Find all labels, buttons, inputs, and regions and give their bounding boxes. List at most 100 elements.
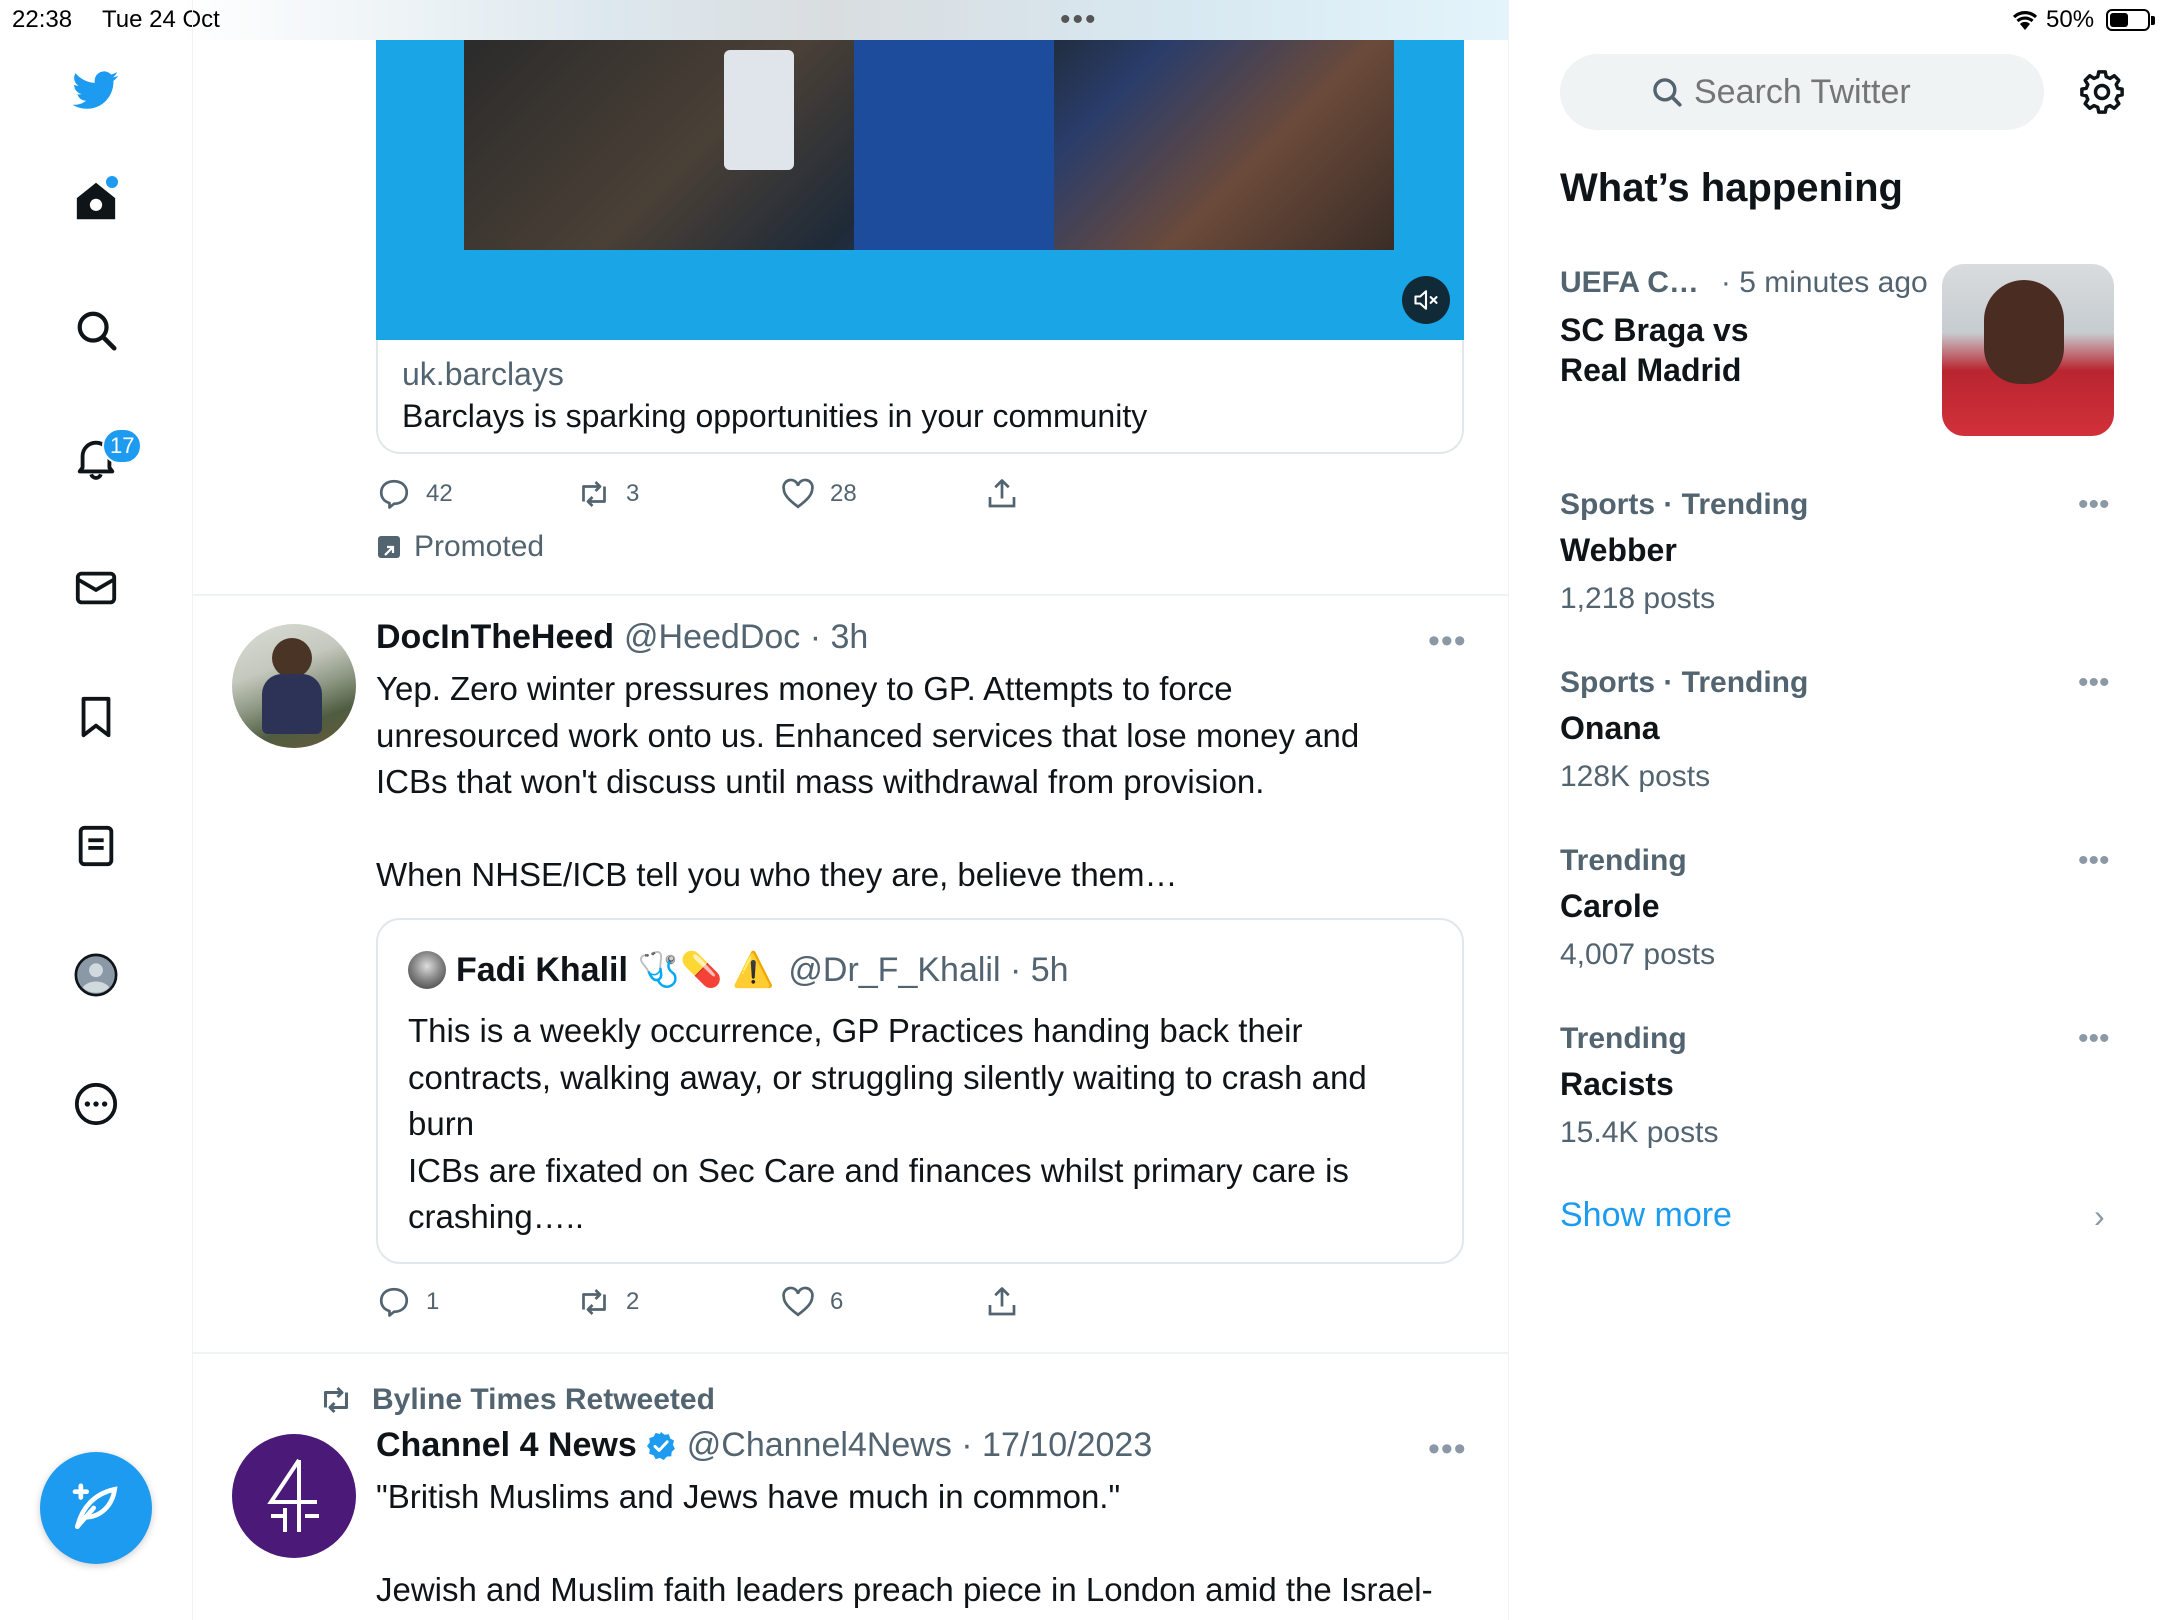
bookmark-icon[interactable] [66,687,126,747]
twitter-bird-icon[interactable] [66,60,126,120]
reply-button[interactable]: 1 [376,1282,439,1322]
list-icon[interactable] [66,816,126,876]
trend-category: UEFA C… [1560,266,1699,299]
retweet-button[interactable]: 3 [576,474,639,514]
reply-icon [379,479,409,509]
reply-count: 42 [426,480,453,507]
trend-count: 15.4K posts [1560,1116,1719,1149]
search-icon[interactable] [66,300,126,360]
multitask-handle[interactable]: ••• [1060,5,1098,35]
trend-title-line: SC Braga vs [1560,312,1749,348]
compose-button[interactable] [40,1452,152,1564]
quote-line: burn [408,1105,475,1142]
search-bar[interactable] [1560,54,2044,130]
quote-avatar [408,951,446,989]
author-handle-time[interactable]: @HeedDoc · 3h [624,618,868,657]
battery-icon [2106,9,2150,31]
profile-icon[interactable] [66,945,126,1005]
more-circle-icon[interactable] [66,1074,126,1134]
avatar[interactable] [232,1434,356,1558]
settings-button[interactable] [2076,66,2128,118]
tweet-line: Yep. Zero winter pressures money to GP. … [376,670,1233,707]
whats-happening-heading: What’s happening [1560,166,1903,210]
tweet-text: Yep. Zero winter pressures money to GP. … [376,666,1466,899]
author-name[interactable]: DocInTheHeed [376,618,614,657]
trend-meta: Trending [1560,1022,1687,1055]
trend-title[interactable]: Webber [1560,532,1677,569]
tweet-more-button[interactable]: ••• [1428,622,1467,661]
wifi-icon [2010,6,2040,37]
promoted-label: Promoted [378,530,544,564]
like-button[interactable]: 28 [780,474,857,514]
quote-author-name: Fadi Khalil [456,950,628,989]
trend-more-button[interactable]: ••• [2078,666,2110,700]
status-bar-background [0,0,1508,40]
retweet-count: 2 [626,1288,640,1315]
trend-more-button[interactable]: ••• [2078,844,2110,878]
trend-time: · 5 minutes ago [1720,266,1928,299]
trend-more-button[interactable]: ••• [2078,488,2110,522]
share-button[interactable] [984,474,1034,514]
promoted-icon [378,536,400,558]
author-name[interactable]: Channel 4 News [376,1426,637,1465]
left-nav [0,40,192,1620]
tweet-more-button[interactable]: ••• [1428,1430,1467,1469]
retweet-count: 3 [626,480,640,507]
trend-title-line: Real Madrid [1560,352,1742,388]
tweet-action-bar: 1 2 6 [376,1282,1076,1322]
verified-icon [646,1431,675,1460]
quote-line: crashing….. [408,1198,585,1235]
trend-title[interactable]: Racists [1560,1066,1674,1103]
reply-button[interactable]: 42 [376,474,453,514]
mail-icon[interactable] [66,558,126,618]
mute-button[interactable] [1402,276,1450,324]
like-count: 28 [830,480,857,507]
trend-thumbnail[interactable] [1942,264,2114,436]
retweeted-by[interactable]: Byline Times Retweeted [372,1383,715,1417]
compose-icon [72,1483,118,1529]
quote-tweet[interactable]: Fadi Khalil 🩺💊 ⚠️ @Dr_F_Khalil · 5h This… [376,918,1464,1264]
tweet-divider [192,1352,1508,1354]
trend-meta: Trending [1560,844,1687,877]
trend-title[interactable]: Carole [1560,888,1660,925]
trend-count: 128K posts [1560,760,1711,793]
avatar[interactable] [232,624,356,748]
quote-text: This is a weekly occurrence, GP Practice… [408,1008,1438,1241]
notifications-badge: 17 [102,428,143,464]
search-input[interactable] [1694,72,1954,112]
battery-percent: 50% [2046,6,2095,33]
reply-count: 1 [426,1288,440,1315]
gear-icon [2080,70,2124,114]
mute-icon [1414,290,1438,310]
trend-title[interactable]: Onana [1560,710,1660,747]
ad-domain: uk.barclays [402,356,564,392]
trend-item-uefa[interactable]: UEFA C… · 5 minutes ago [1560,266,1928,300]
like-button[interactable]: 6 [780,1282,843,1322]
ad-video-frame [464,40,1394,250]
tweet-header: Channel 4 News @Channel4News · 17/10/202… [376,1426,1152,1465]
author-handle-time[interactable]: @Channel4News · 17/10/2023 [687,1426,1152,1465]
ad-video[interactable] [376,40,1464,340]
battery-nub [2151,16,2155,25]
trend-title[interactable]: SC Braga vs Real Madrid [1560,310,1749,390]
thumbnail-player [1984,280,2064,384]
share-button[interactable] [984,1282,1034,1322]
chevron-right-icon[interactable]: › [2094,1198,2105,1235]
video-cup [724,50,794,170]
share-icon [988,479,1016,508]
retweet-icon [582,481,606,507]
trend-meta: Sports · Trending [1560,488,1809,521]
ad-headline: Barclays is sparking opportunities in yo… [402,398,1148,434]
show-more-link[interactable]: Show more [1560,1196,1732,1235]
ad-card-link[interactable]: uk.barclays Barclays is sparking opportu… [376,340,1464,454]
trend-more-button[interactable]: ••• [2078,1022,2110,1056]
tweet-line: "British Muslims and Jews have much in c… [376,1478,1121,1515]
ad-action-bar: 42 3 28 [376,474,1076,514]
like-icon [782,1286,814,1317]
status-date: Tue 24 Oct [102,6,220,33]
nav-divider [192,0,193,1620]
tweet-line [376,806,1466,853]
retweet-button[interactable]: 2 [576,1282,639,1322]
avatar-shirt [262,674,322,734]
retweet-context: Byline Times Retweeted [316,1382,715,1418]
